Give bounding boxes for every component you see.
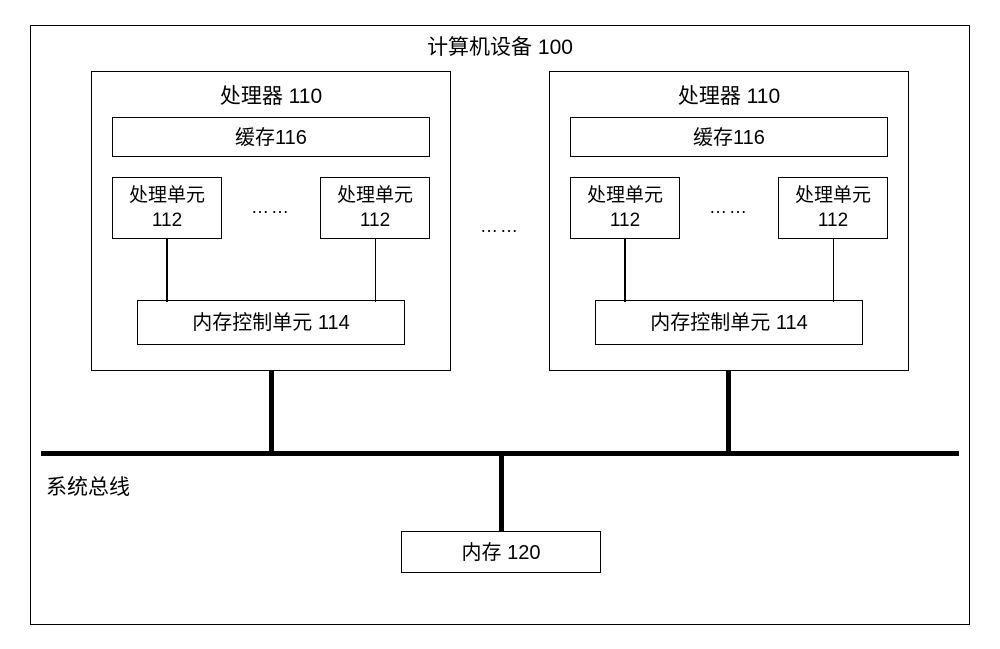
connector-line (833, 239, 835, 302)
cache-box: 缓存116 (112, 117, 430, 157)
processor-title: 处理器 110 (92, 80, 450, 110)
processor-title: 处理器 110 (550, 80, 908, 110)
cache-box: 缓存116 (570, 117, 888, 157)
memory-control-unit-box: 内存控制单元 114 (595, 300, 863, 345)
processing-unit-label: 处理单元 (337, 185, 413, 206)
bus-connector-left (269, 371, 274, 451)
memory-box: 内存 120 (401, 531, 601, 573)
processing-unit-label: 处理单元 (795, 185, 871, 206)
processing-unit-box: 处理单元 112 (778, 177, 888, 239)
memory-control-unit-box: 内存控制单元 114 (137, 300, 405, 345)
bus-connector-right (726, 371, 731, 451)
connector-line (624, 239, 626, 302)
processor-box-right: 处理器 110 缓存116 处理单元 112 …… 处理单元 112 内存控制单… (549, 71, 909, 371)
bus-connector-memory (499, 456, 504, 531)
connector-line (166, 239, 168, 302)
system-bus-label: 系统总线 (46, 471, 130, 501)
connector-line (375, 239, 377, 302)
computer-device-title: 计算机设备 100 (31, 31, 969, 61)
computer-device-box: 计算机设备 100 处理器 110 缓存116 处理单元 112 …… 处理单元… (30, 25, 970, 625)
processing-unit-number: 112 (818, 210, 848, 231)
